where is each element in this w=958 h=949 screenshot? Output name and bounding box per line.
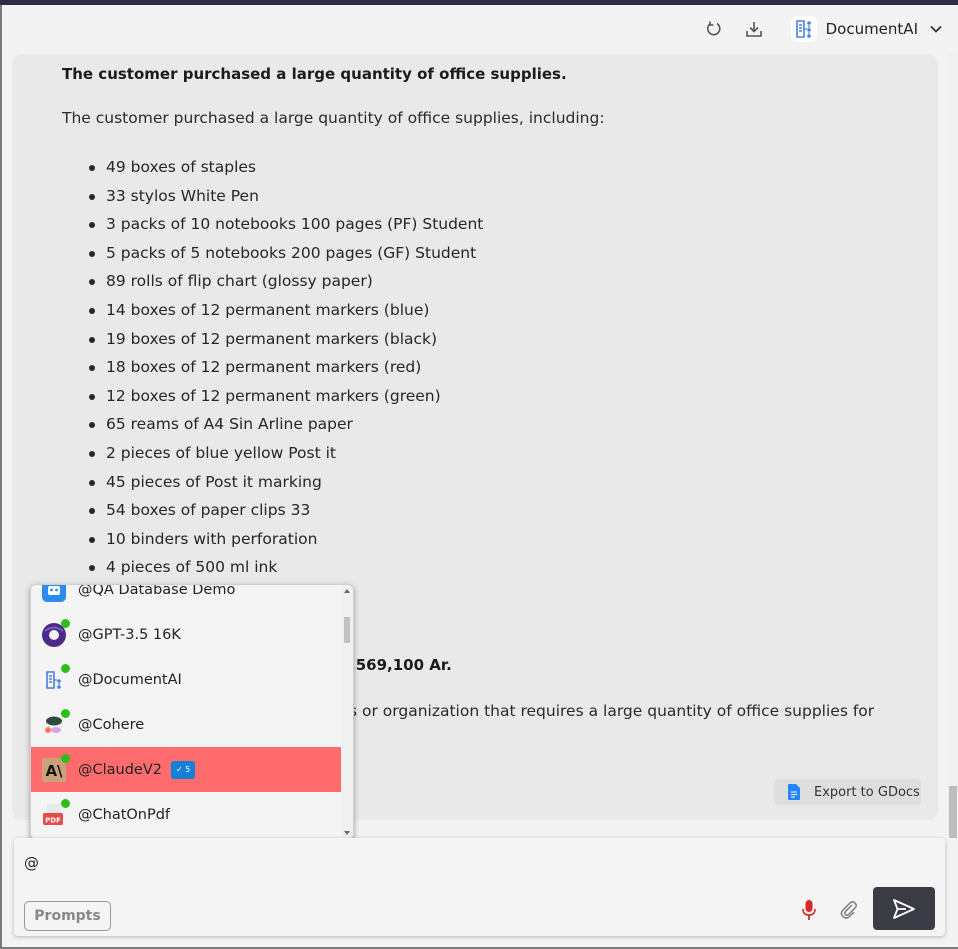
- list-item: 19 boxes of 12 permanent markers (black): [89, 325, 922, 354]
- pdf-icon: PDF: [41, 798, 70, 828]
- list-item: 10 binders with perforation: [89, 525, 922, 554]
- chevron-down-icon[interactable]: [930, 22, 944, 36]
- online-status-dot: [61, 618, 70, 628]
- list-item: 33 stylos White Pen: [89, 182, 922, 211]
- paperclip-icon[interactable]: [837, 898, 861, 922]
- scroll-up-arrow-icon[interactable]: [344, 589, 350, 593]
- document-ai-icon: [41, 663, 70, 693]
- message-intro: The customer purchased a large quantity …: [62, 109, 605, 127]
- send-button[interactable]: [873, 887, 935, 930]
- window-left-border: [0, 5, 2, 949]
- refresh-icon[interactable]: [703, 18, 725, 40]
- scroll-down-arrow-icon[interactable]: [344, 831, 350, 835]
- list-item: 89 rolls of flip chart (glossy paper): [89, 267, 922, 296]
- popup-scrollbar-thumb[interactable]: [344, 617, 350, 643]
- list-item: 65 reams of A4 Sin Arline paper: [89, 410, 922, 439]
- online-status-dot: [61, 708, 70, 718]
- svg-text:PDF: PDF: [45, 816, 61, 824]
- list-item: 18 boxes of 12 permanent markers (red): [89, 353, 922, 382]
- list-item: 12 boxes of 12 permanent markers (green): [89, 382, 922, 411]
- mention-item-documentai[interactable]: @DocumentAI: [31, 657, 343, 702]
- mention-item-qa-database-demo[interactable]: @QA Database Demo: [31, 585, 343, 612]
- gpt-icon: [41, 618, 70, 648]
- mention-item-cohere[interactable]: @Cohere: [31, 702, 343, 747]
- items-list: 49 boxes of staples 33 stylos White Pen …: [62, 153, 922, 582]
- send-icon: [893, 898, 915, 919]
- document-ai-icon: [790, 16, 817, 42]
- message-composer: Prompts: [14, 838, 945, 936]
- svg-text:A\: A\: [45, 762, 63, 780]
- list-item: 3 packs of 10 notebooks 100 pages (PF) S…: [89, 210, 922, 239]
- claude-icon: A\: [41, 753, 70, 783]
- mention-item-gpt-3-5-16k[interactable]: @GPT-3.5 16K: [31, 612, 343, 657]
- list-item: 45 pieces of Post it marking: [89, 468, 922, 497]
- export-label: Export to GDocs: [814, 784, 920, 800]
- popup-scrollbar[interactable]: [341, 585, 353, 839]
- mention-item-claudev2[interactable]: A\ @ClaudeV2 ✓ 5: [31, 747, 343, 792]
- download-icon[interactable]: [743, 18, 765, 40]
- google-docs-icon: [788, 784, 800, 800]
- online-status-dot: [61, 753, 70, 763]
- microphone-icon[interactable]: [798, 898, 820, 922]
- conclusion-text: s or organization that requires a large …: [349, 702, 875, 720]
- total-amount: ,569,100 Ar.: [350, 656, 452, 674]
- list-item: 2 pieces of blue yellow Post it: [89, 439, 922, 468]
- bot-selector[interactable]: DocumentAI: [790, 16, 944, 42]
- selected-badge: ✓ 5: [171, 760, 196, 779]
- message-heading: The customer purchased a large quantity …: [62, 65, 567, 83]
- mention-popup: @QA Database Demo @GPT-3.5 16K @Document…: [30, 584, 354, 840]
- prompts-button[interactable]: Prompts: [24, 901, 111, 931]
- database-bot-icon: [41, 585, 67, 603]
- online-status-dot: [61, 663, 70, 673]
- page-scrollbar-thumb[interactable]: [949, 786, 957, 838]
- list-item: 49 boxes of staples: [89, 153, 922, 182]
- online-status-dot: [61, 798, 70, 808]
- list-item: 5 packs of 5 notebooks 200 pages (GF) St…: [89, 239, 922, 268]
- bot-name: DocumentAI: [825, 20, 918, 38]
- chat-header: DocumentAI: [2, 5, 958, 53]
- mention-item-chatonpdf[interactable]: PDF @ChatOnPdf: [31, 792, 343, 837]
- list-item: 4 pieces of 500 ml ink: [89, 553, 922, 582]
- page-scrollbar[interactable]: [948, 54, 958, 834]
- cohere-icon: [41, 708, 70, 738]
- export-to-gdocs-button[interactable]: Export to GDocs: [774, 779, 921, 805]
- list-item: 54 boxes of paper clips 33: [89, 496, 922, 525]
- message-input[interactable]: [24, 848, 824, 878]
- list-item: 14 boxes of 12 permanent markers (blue): [89, 296, 922, 325]
